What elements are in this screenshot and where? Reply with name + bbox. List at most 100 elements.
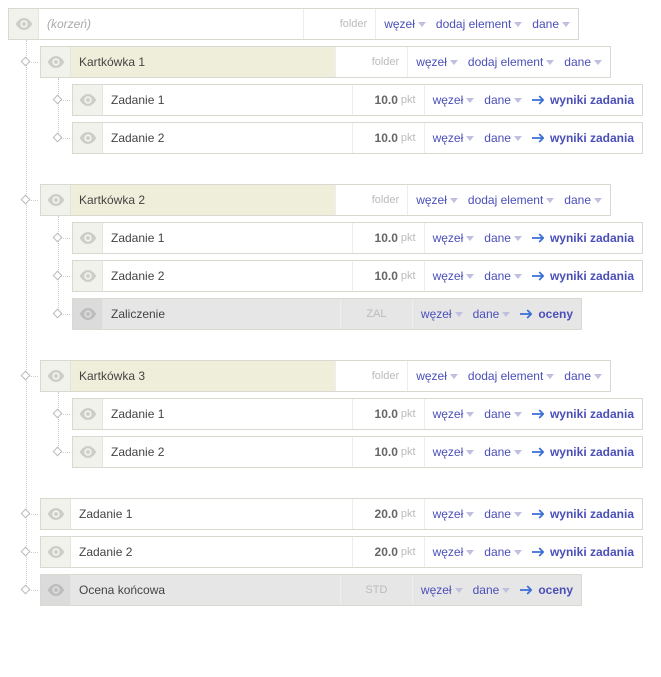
dane-dropdown[interactable]: dane xyxy=(484,269,522,283)
wezel-dropdown[interactable]: węzeł xyxy=(416,369,458,383)
node-handle[interactable] xyxy=(53,447,63,457)
wyniki-link[interactable]: wyniki zadania xyxy=(532,445,634,459)
dane-dropdown[interactable]: dane xyxy=(532,17,570,31)
arrow-right-icon xyxy=(532,133,546,143)
wezel-dropdown[interactable]: węzeł xyxy=(433,93,475,107)
node-handle[interactable] xyxy=(21,195,31,205)
wezel-dropdown[interactable]: węzeł xyxy=(416,55,458,69)
node-handle[interactable] xyxy=(53,133,63,143)
dane-dropdown[interactable]: dane xyxy=(473,583,511,597)
dane-dropdown[interactable]: dane xyxy=(484,131,522,145)
eye-cell[interactable] xyxy=(73,123,103,153)
eye-icon xyxy=(47,194,65,206)
wyniki-link[interactable]: wyniki zadania xyxy=(532,407,634,421)
wyniki-link[interactable]: wyniki zadania xyxy=(532,131,634,145)
wyniki-link[interactable]: wyniki zadania xyxy=(532,231,634,245)
wyniki-link[interactable]: wyniki zadania xyxy=(532,93,634,107)
task-row: Zadanie 1 10.0pkt węzeł dane wyniki zada… xyxy=(72,398,643,430)
node-label: Zadanie 1 xyxy=(103,85,353,115)
chevron-down-icon xyxy=(594,374,602,379)
eye-cell[interactable] xyxy=(73,261,103,291)
eye-cell[interactable] xyxy=(73,399,103,429)
meta-label: ZAL xyxy=(341,299,413,329)
dane-dropdown[interactable]: dane xyxy=(564,369,602,383)
actions: węzeł dane wyniki zadania xyxy=(425,123,642,153)
node-handle[interactable] xyxy=(21,371,31,381)
wezel-dropdown[interactable]: węzeł xyxy=(433,407,475,421)
eye-cell[interactable] xyxy=(73,437,103,467)
dodaj-dropdown[interactable]: dodaj element xyxy=(436,17,522,31)
node-handle[interactable] xyxy=(21,585,31,595)
chevron-down-icon xyxy=(466,450,474,455)
wezel-dropdown[interactable]: węzeł xyxy=(433,507,475,521)
chevron-down-icon xyxy=(546,60,554,65)
dane-dropdown[interactable]: dane xyxy=(484,445,522,459)
node-label: (korzeń) xyxy=(39,9,304,39)
actions: węzeł dane wyniki zadania xyxy=(425,85,642,115)
wezel-dropdown[interactable]: węzeł xyxy=(433,445,475,459)
eye-cell[interactable] xyxy=(41,499,71,529)
oceny-link[interactable]: oceny xyxy=(520,307,573,321)
eye-cell[interactable] xyxy=(73,299,103,329)
wezel-dropdown[interactable]: węzeł xyxy=(433,269,475,283)
wyniki-link[interactable]: wyniki zadania xyxy=(532,269,634,283)
folder-row: Kartkówka 2 folder węzeł dodaj element d… xyxy=(40,184,611,216)
node-handle[interactable] xyxy=(21,547,31,557)
eye-cell[interactable] xyxy=(73,223,103,253)
dane-dropdown[interactable]: dane xyxy=(484,545,522,559)
chevron-down-icon xyxy=(455,588,463,593)
wezel-dropdown[interactable]: węzeł xyxy=(421,583,463,597)
points: 10.0pkt xyxy=(353,399,425,429)
dodaj-dropdown[interactable]: dodaj element xyxy=(468,193,554,207)
actions: węzeł dane wyniki zadania xyxy=(425,261,642,291)
dane-dropdown[interactable]: dane xyxy=(484,231,522,245)
chevron-down-icon xyxy=(514,450,522,455)
dane-dropdown[interactable]: dane xyxy=(484,407,522,421)
arrow-right-icon xyxy=(532,447,546,457)
wezel-dropdown[interactable]: węzeł xyxy=(384,17,426,31)
wyniki-link[interactable]: wyniki zadania xyxy=(532,507,634,521)
node-handle[interactable] xyxy=(21,509,31,519)
wezel-dropdown[interactable]: węzeł xyxy=(433,231,475,245)
points: 20.0pkt xyxy=(353,537,425,567)
eye-cell[interactable] xyxy=(73,85,103,115)
task-row: Zadanie 1 20.0pkt węzeł dane wyniki zada… xyxy=(40,498,643,530)
node-handle[interactable] xyxy=(21,57,31,67)
dane-dropdown[interactable]: dane xyxy=(484,93,522,107)
task-row: Zadanie 1 10.0pkt węzeł dane wyniki zada… xyxy=(72,84,643,116)
eye-cell[interactable] xyxy=(41,47,71,77)
node-handle[interactable] xyxy=(53,409,63,419)
dane-dropdown[interactable]: dane xyxy=(484,507,522,521)
node-handle[interactable] xyxy=(53,95,63,105)
eye-cell[interactable] xyxy=(9,9,39,39)
wezel-dropdown[interactable]: węzeł xyxy=(421,307,463,321)
task-row: Zadanie 1 10.0pkt węzeł dane wyniki zada… xyxy=(72,222,643,254)
actions: węzeł dane oceny xyxy=(413,299,581,329)
dane-dropdown[interactable]: dane xyxy=(564,55,602,69)
node-handle[interactable] xyxy=(53,233,63,243)
wezel-dropdown[interactable]: węzeł xyxy=(433,545,475,559)
task-row: Zadanie 2 10.0pkt węzeł dane wyniki zada… xyxy=(72,260,643,292)
eye-cell[interactable] xyxy=(41,537,71,567)
oceny-link[interactable]: oceny xyxy=(520,583,573,597)
dane-dropdown[interactable]: dane xyxy=(473,307,511,321)
wezel-dropdown[interactable]: węzeł xyxy=(433,131,475,145)
chevron-down-icon xyxy=(594,60,602,65)
eye-icon xyxy=(79,308,97,320)
chevron-down-icon xyxy=(466,236,474,241)
wyniki-link[interactable]: wyniki zadania xyxy=(532,545,634,559)
node-handle[interactable] xyxy=(53,271,63,281)
meta-label: folder xyxy=(336,47,408,77)
eye-icon xyxy=(79,94,97,106)
eye-icon xyxy=(79,270,97,282)
chevron-down-icon xyxy=(450,198,458,203)
eye-cell[interactable] xyxy=(41,575,71,605)
dane-dropdown[interactable]: dane xyxy=(564,193,602,207)
eye-cell[interactable] xyxy=(41,185,71,215)
node-handle[interactable] xyxy=(53,309,63,319)
dodaj-dropdown[interactable]: dodaj element xyxy=(468,55,554,69)
dodaj-dropdown[interactable]: dodaj element xyxy=(468,369,554,383)
meta-label: folder xyxy=(304,9,376,39)
eye-cell[interactable] xyxy=(41,361,71,391)
wezel-dropdown[interactable]: węzeł xyxy=(416,193,458,207)
